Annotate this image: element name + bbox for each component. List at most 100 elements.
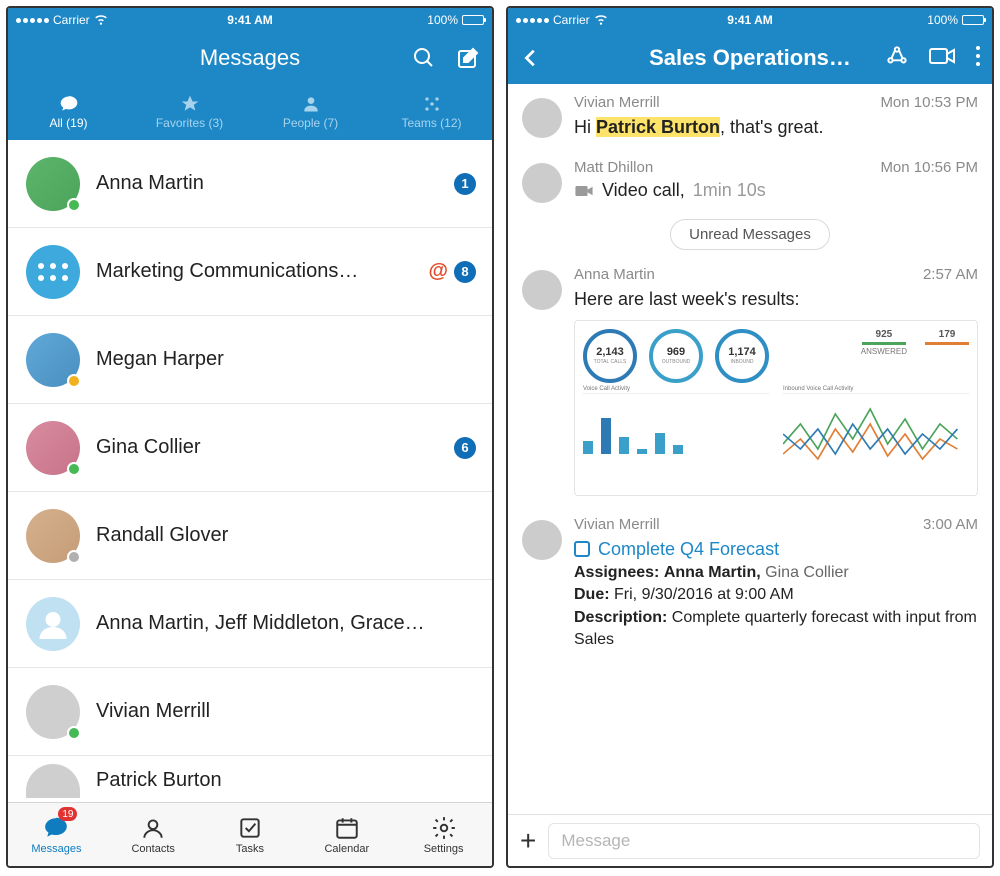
avatar	[26, 685, 80, 739]
video-label: Video call,	[602, 180, 685, 201]
presence-icon	[67, 198, 81, 212]
compose-bar: + Message	[508, 814, 992, 866]
tab-people-label: People (7)	[283, 116, 338, 130]
filter-tabs: All (19) Favorites (3) People (7) Teams …	[8, 84, 492, 140]
video-call-button[interactable]	[928, 45, 956, 72]
list-item[interactable]: Randall Glover	[8, 492, 492, 580]
message-time: Mon 10:53 PM	[880, 94, 978, 111]
list-item[interactable]: Anna Martin 1	[8, 140, 492, 228]
presence-icon	[67, 550, 81, 564]
battery-icon	[462, 15, 484, 25]
message[interactable]: Matt Dhillon Mon 10:56 PM Video call, 1m…	[508, 149, 992, 213]
message[interactable]: Vivian Merrill Mon 10:53 PM Hi Patrick B…	[508, 84, 992, 149]
nav-label: Contacts	[131, 843, 174, 855]
row-name: Randall Glover	[96, 524, 476, 547]
nav-label: Settings	[424, 843, 464, 855]
header: Messages	[8, 32, 492, 84]
avatar	[26, 157, 80, 211]
team-avatar	[26, 245, 80, 299]
search-button[interactable]	[412, 32, 436, 84]
gauge-total: 2,143TOTAL CALLS	[583, 329, 637, 383]
list-item[interactable]: Gina Collier 6	[8, 404, 492, 492]
tab-all-label: All (19)	[49, 116, 87, 130]
nav-label: Tasks	[236, 843, 264, 855]
unread-badge: 1	[454, 173, 476, 195]
list-item[interactable]: Megan Harper	[8, 316, 492, 404]
back-button[interactable]	[520, 32, 542, 84]
nav-calendar[interactable]: Calendar	[298, 803, 395, 866]
gauge-outbound: 969OUTBOUND	[649, 329, 703, 383]
presence-icon	[67, 374, 81, 388]
message-input[interactable]: Message	[548, 823, 980, 859]
battery-icon	[962, 15, 984, 25]
row-name: Anna Martin, Jeff Middleton, Grace…	[96, 612, 476, 635]
avatar	[26, 333, 80, 387]
nav-contacts[interactable]: Contacts	[105, 803, 202, 866]
avatar	[26, 421, 80, 475]
chat-header: Sales Operations…	[508, 32, 992, 84]
side-metrics: 925ANSWERED 179	[861, 329, 969, 356]
list-item[interactable]: Patrick Burton	[8, 756, 492, 802]
row-name: Vivian Merrill	[96, 700, 476, 723]
list-item[interactable]: Marketing Communications… @ 8	[8, 228, 492, 316]
avatar	[26, 597, 80, 651]
message[interactable]: Vivian Merrill 3:00 AM Complete Q4 Forec…	[508, 506, 992, 662]
tab-teams-label: Teams (12)	[401, 116, 461, 130]
unread-badge: 8	[454, 261, 476, 283]
status-bar: Carrier 9:41 AM 100%	[8, 8, 492, 32]
nav-tasks[interactable]: Tasks	[202, 803, 299, 866]
nav-label: Messages	[31, 843, 81, 855]
nav-messages[interactable]: 19 Messages	[8, 803, 105, 866]
sender-name: Vivian Merrill	[574, 94, 660, 111]
avatar	[522, 270, 562, 310]
list-item[interactable]: Vivian Merrill	[8, 668, 492, 756]
tab-people[interactable]: People (7)	[250, 84, 371, 140]
tab-all[interactable]: All (19)	[8, 84, 129, 140]
avatar	[26, 509, 80, 563]
message-text: Hi Patrick Burton, that's great.	[574, 115, 978, 139]
video-call-entry: Video call, 1min 10s	[574, 180, 978, 201]
message[interactable]: Anna Martin 2:57 AM Here are last week's…	[508, 256, 992, 505]
avatar	[522, 98, 562, 138]
presence-icon	[67, 726, 81, 740]
message-time: 3:00 AM	[923, 516, 978, 533]
bottom-nav: 19 Messages Contacts Tasks Calendar Sett…	[8, 802, 492, 866]
tab-favorites-label: Favorites (3)	[156, 116, 223, 130]
gauge-inbound: 1,174INBOUND	[715, 329, 769, 383]
row-name: Megan Harper	[96, 348, 476, 371]
row-name: Gina Collier	[96, 436, 454, 459]
nav-settings[interactable]: Settings	[395, 803, 492, 866]
message-text: Here are last week's results:	[574, 287, 978, 311]
presence-icon	[67, 462, 81, 476]
list-item[interactable]: Anna Martin, Jeff Middleton, Grace…	[8, 580, 492, 668]
mention-icon: @	[428, 260, 448, 283]
members-button[interactable]	[884, 43, 910, 74]
chat-body: Vivian Merrill Mon 10:53 PM Hi Patrick B…	[508, 84, 992, 814]
task-checkbox[interactable]	[574, 541, 590, 557]
phone-messages-list: Carrier 9:41 AM 100% Messages All (19) F…	[6, 6, 494, 868]
row-name: Patrick Burton	[96, 769, 476, 792]
status-time: 9:41 AM	[508, 13, 992, 27]
conversation-list: Anna Martin 1 Marketing Communications… …	[8, 140, 492, 802]
avatar	[522, 520, 562, 560]
row-name: Marketing Communications…	[96, 260, 428, 283]
unread-badge: 6	[454, 437, 476, 459]
compose-button[interactable]	[456, 32, 480, 84]
status-time: 9:41 AM	[8, 13, 492, 27]
nav-badge: 19	[58, 807, 77, 821]
task-title[interactable]: Complete Q4 Forecast	[598, 537, 779, 562]
status-bar: Carrier 9:41 AM 100%	[508, 8, 992, 32]
more-button[interactable]	[974, 44, 982, 73]
tab-favorites[interactable]: Favorites (3)	[129, 84, 250, 140]
sender-name: Matt Dhillon	[574, 159, 653, 176]
avatar	[522, 163, 562, 203]
message-time: Mon 10:56 PM	[880, 159, 978, 176]
nav-label: Calendar	[324, 843, 369, 855]
add-attachment-button[interactable]: +	[520, 825, 536, 857]
chat-title: Sales Operations…	[649, 45, 851, 71]
bar-chart: Voice Call Activity	[583, 393, 769, 487]
mention: Patrick Burton	[596, 117, 720, 137]
avatar	[26, 764, 80, 798]
dashboard-attachment[interactable]: 2,143TOTAL CALLS 969OUTBOUND 1,174INBOUN…	[574, 320, 978, 496]
tab-teams[interactable]: Teams (12)	[371, 84, 492, 140]
